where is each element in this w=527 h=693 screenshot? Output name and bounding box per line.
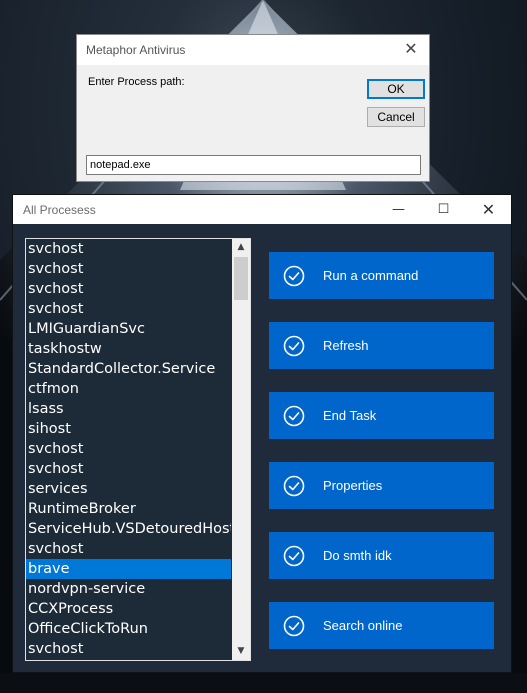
cancel-button[interactable]: Cancel [367,107,425,127]
action-button-do-smth-idk[interactable]: Do smth idk [269,532,494,579]
dialog-titlebar[interactable]: Metaphor Antivirus ✕ [77,35,429,65]
process-list-item[interactable]: svchost [26,259,231,279]
process-list-item[interactable]: sihost [26,419,231,439]
action-button-label: End Task [323,408,377,423]
action-button-label: Search online [323,618,403,633]
scroll-thumb[interactable] [234,257,248,300]
process-list-item[interactable]: svchost [26,279,231,299]
process-list-item[interactable]: ctfmon [26,379,231,399]
process-list-item[interactable]: svchost [26,539,231,559]
process-path-input[interactable] [86,155,421,175]
process-list-item[interactable]: lsass [26,399,231,419]
dialog-prompt: Enter Process path: [88,76,185,88]
scroll-up-icon[interactable]: ▲ [232,239,250,256]
action-button-label: Run a command [323,268,419,283]
action-button-properties[interactable]: Properties [269,462,494,509]
process-list-item[interactable]: nordvpn-service [26,579,231,599]
action-button-run-a-command[interactable]: Run a command [269,252,494,299]
process-list-item[interactable]: brave [26,559,231,579]
process-list-item[interactable]: services [26,479,231,499]
check-circle-icon [283,265,305,287]
process-list-item[interactable]: ServiceHub.VSDetouredHost [26,519,231,539]
process-list-item[interactable]: OfficeClickToRun [26,619,231,639]
process-list-item[interactable]: CCXProcess [26,599,231,619]
window-titlebar[interactable]: All Procesess — ☐ ✕ [13,195,511,224]
scroll-down-icon[interactable]: ▼ [232,643,250,660]
maximize-icon[interactable]: ☐ [421,195,466,224]
process-list-item[interactable]: svchost [26,439,231,459]
process-list-item[interactable]: svchost [26,459,231,479]
action-button-end-task[interactable]: End Task [269,392,494,439]
dialog-close-icon[interactable]: ✕ [402,40,420,58]
check-circle-icon [283,475,305,497]
ok-button[interactable]: OK [367,79,425,99]
list-scrollbar[interactable]: ▲ ▼ [232,239,250,660]
check-circle-icon [283,545,305,567]
process-list-item[interactable]: RuntimeBroker [26,499,231,519]
process-items: svchost svchost svchost svchost LMIGuardianS… [26,239,231,659]
process-list-item[interactable]: svchost [26,299,231,319]
action-button-label: Refresh [323,338,369,353]
minimize-icon[interactable]: — [376,195,421,224]
action-button-label: Properties [323,478,383,493]
action-button-label: Do smth idk [323,548,392,563]
window-title: All Procesess [23,203,96,217]
process-list-item[interactable]: LMIGuardianSvc [26,319,231,339]
process-list-item[interactable]: StandardCollector.Service [26,359,231,379]
check-circle-icon [283,405,305,427]
processes-window: All Procesess — ☐ ✕ svchost svchost svchos… [12,194,512,673]
action-button-refresh[interactable]: Refresh [269,322,494,369]
process-list-item[interactable]: svchost [26,239,231,259]
input-dialog: Metaphor Antivirus ✕ Enter Process path:… [76,34,430,182]
dialog-title: Metaphor Antivirus [86,43,186,57]
process-list-item[interactable]: svchost [26,639,231,659]
action-button-search-online[interactable]: Search online [269,602,494,649]
process-list[interactable]: svchost svchost svchost svchost LMIGuardianS… [25,238,251,661]
close-icon[interactable]: ✕ [466,195,511,224]
process-list-item[interactable]: taskhostw [26,339,231,359]
check-circle-icon [283,615,305,637]
check-circle-icon [283,335,305,357]
